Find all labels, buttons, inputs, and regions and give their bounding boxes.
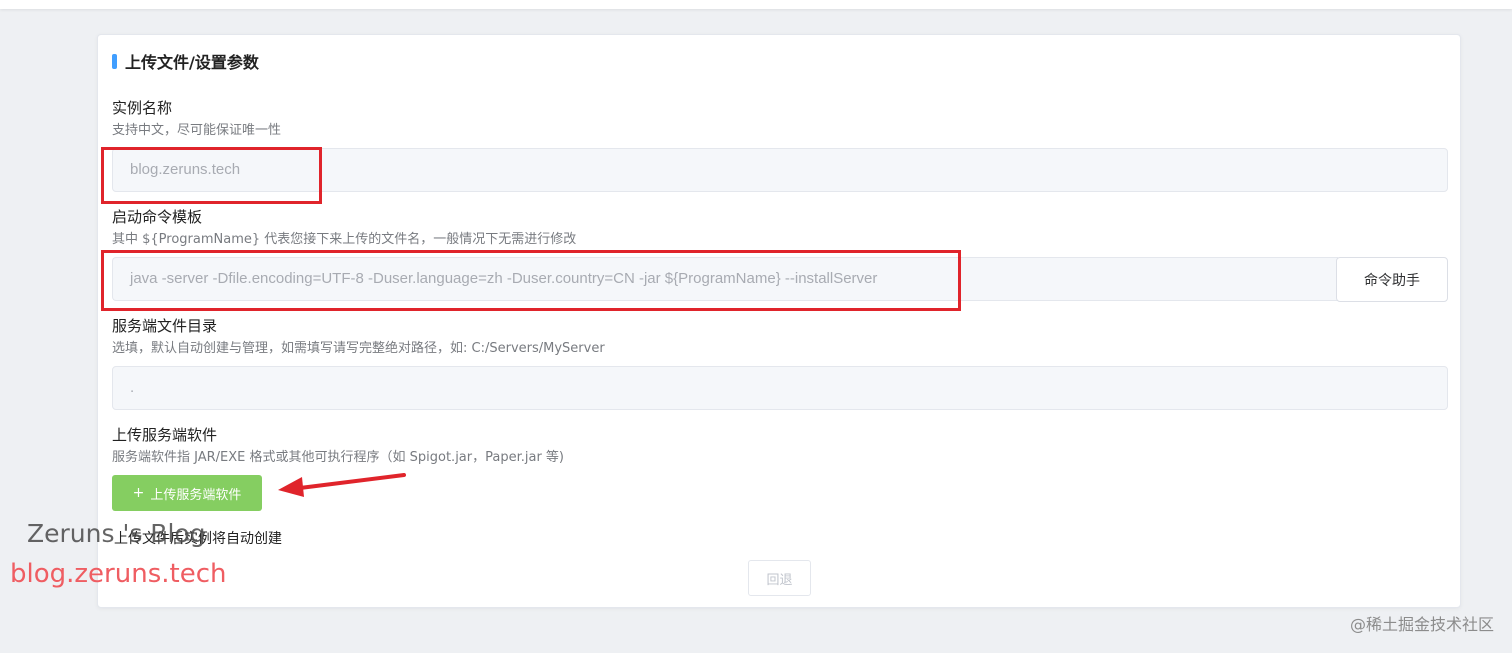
watermark-site: @稀土掘金技术社区	[1349, 615, 1494, 634]
watermark-blog-url: blog.zeruns.tech	[10, 559, 227, 589]
watermark-blog-name: Zeruns 's Blog	[27, 519, 206, 548]
annotation-arrow-icon	[278, 473, 406, 497]
